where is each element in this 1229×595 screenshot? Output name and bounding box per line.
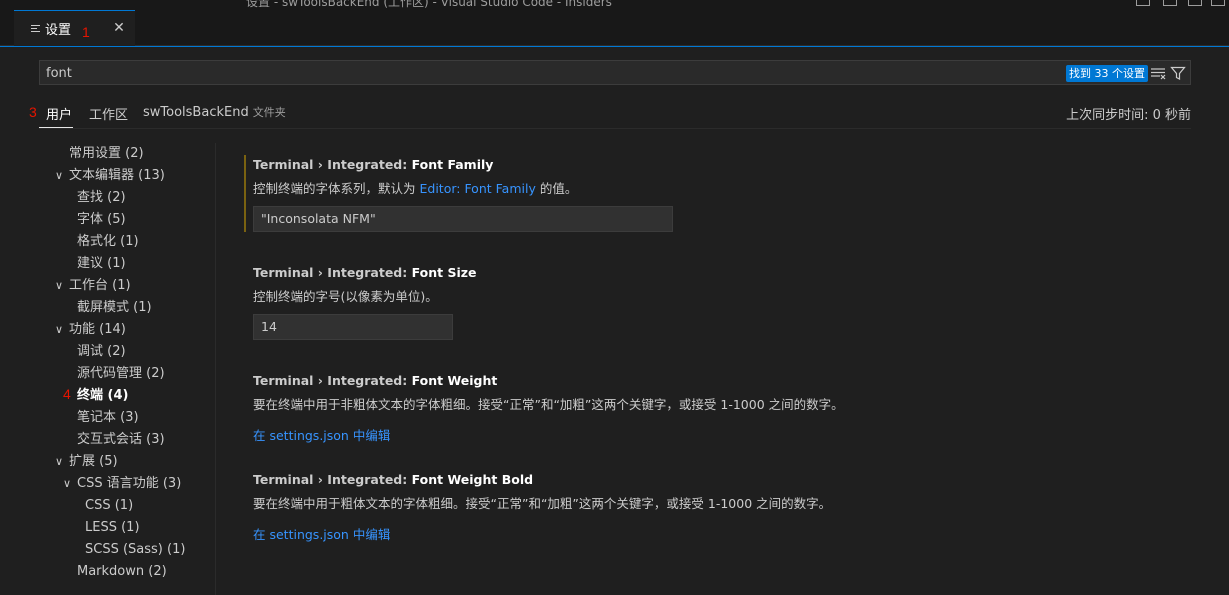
toc-item-screencast-mode[interactable]: 截屏模式 (1) bbox=[77, 297, 152, 319]
tab-user[interactable]: 用户 bbox=[46, 104, 72, 123]
filter-icon[interactable] bbox=[1170, 65, 1186, 81]
toc-item-font[interactable]: 字体 (5) bbox=[77, 209, 126, 231]
editor-font-family-link[interactable]: Editor: Font Family bbox=[419, 181, 535, 196]
title-bar: 设置 - swToolsBackEnd (工作区) - Visual Studi… bbox=[0, 0, 1229, 10]
tab-folder-label: swToolsBackEnd bbox=[143, 105, 249, 120]
toc-item-extensions[interactable]: ∨ 扩展 (5) bbox=[53, 451, 118, 473]
annotation-4: 4 bbox=[63, 386, 71, 402]
panel-icon[interactable] bbox=[1163, 0, 1177, 6]
setting-title: Terminal › Integrated: Font Weight bbox=[253, 373, 498, 388]
setting-description: 控制终端的字体系列，默认为 Editor: Font Family 的值。 bbox=[253, 181, 578, 196]
toc-item-css-language-features[interactable]: ∨ CSS 语言功能 (3) bbox=[61, 473, 181, 495]
tab-settings[interactable]: 设置 ✕ bbox=[14, 10, 135, 46]
chevron-down-icon: ∨ bbox=[54, 169, 64, 182]
setting-font-family: Terminal › Integrated: Font Family 控制终端的… bbox=[253, 157, 1133, 232]
toc-item-interactive-session[interactable]: 交互式会话 (3) bbox=[77, 429, 165, 451]
toc-item-notebook[interactable]: 笔记本 (3) bbox=[77, 407, 139, 429]
tab-label: 设置 bbox=[45, 23, 72, 38]
result-count-badge: 找到 33 个设置 bbox=[1066, 65, 1148, 82]
tab-user-label: 用户 bbox=[46, 108, 73, 123]
setting-title: Terminal › Integrated: Font Family bbox=[253, 157, 494, 172]
tab-workspace[interactable]: 工作区 bbox=[89, 104, 128, 123]
settings-file-icon bbox=[31, 24, 41, 34]
setting-title: Terminal › Integrated: Font Size bbox=[253, 265, 477, 280]
toc-item-find[interactable]: 查找 (2) bbox=[77, 187, 126, 209]
toc-item-markdown[interactable]: Markdown (2) bbox=[77, 561, 167, 583]
annotation-1: 1 bbox=[82, 24, 90, 40]
font-family-input[interactable]: "Inconsolata NFM" bbox=[253, 206, 673, 232]
toc-item-debug[interactable]: 调试 (2) bbox=[77, 341, 126, 363]
setting-title: Terminal › Integrated: Font Weight Bold bbox=[253, 472, 534, 487]
toc-divider bbox=[215, 143, 216, 595]
setting-description: 要在终端中用于非粗体文本的字体粗细。接受“正常”和“加粗”这两个关键字，或接受 … bbox=[253, 397, 844, 412]
toc-item-terminal[interactable]: 终端 (4) bbox=[77, 385, 128, 407]
search-value: font bbox=[46, 66, 72, 81]
customize-layout-icon[interactable] bbox=[1211, 0, 1225, 6]
chevron-down-icon: ∨ bbox=[54, 455, 64, 468]
clear-filter-icon[interactable] bbox=[1150, 65, 1166, 81]
chevron-down-icon: ∨ bbox=[54, 323, 64, 336]
tab-workspace-label: 工作区 bbox=[89, 108, 129, 123]
toc-item-workbench[interactable]: ∨ 工作台 (1) bbox=[53, 275, 131, 297]
toc-item-less[interactable]: LESS (1) bbox=[85, 517, 140, 539]
toc-item-features[interactable]: ∨ 功能 (14) bbox=[53, 319, 126, 341]
tab-folder[interactable]: swToolsBackEnd 文件夹 bbox=[143, 104, 286, 120]
toc-item-css[interactable]: CSS (1) bbox=[85, 495, 133, 517]
toc-item-suggestions[interactable]: 建议 (1) bbox=[77, 253, 126, 275]
edit-in-settings-json-link[interactable]: 在 settings.json 中编辑 bbox=[253, 425, 1133, 444]
setting-font-weight: Terminal › Integrated: Font Weight 要在终端中… bbox=[253, 373, 1133, 444]
setting-description: 要在终端中用于粗体文本的字体粗细。接受“正常”和“加粗”这两个关键字，或接受 1… bbox=[253, 496, 832, 511]
editor-top-border bbox=[0, 46, 1229, 47]
close-icon[interactable]: ✕ bbox=[111, 20, 127, 36]
setting-font-size: Terminal › Integrated: Font Size 控制终端的字号… bbox=[253, 265, 1133, 340]
settings-search-input[interactable]: font 找到 33 个设置 bbox=[39, 60, 1191, 85]
font-size-input[interactable]: 14 bbox=[253, 314, 453, 340]
modified-indicator bbox=[244, 155, 246, 232]
setting-font-weight-bold: Terminal › Integrated: Font Weight Bold … bbox=[253, 472, 1133, 543]
setting-description: 控制终端的字号(以像素为单位)。 bbox=[253, 289, 438, 304]
chevron-down-icon: ∨ bbox=[62, 477, 72, 490]
tab-folder-sub: 文件夹 bbox=[252, 106, 286, 119]
window-title: 设置 - swToolsBackEnd (工作区) - Visual Studi… bbox=[246, 0, 612, 9]
layout-icon[interactable] bbox=[1136, 0, 1150, 6]
toc-item-commonly-used[interactable]: 常用设置 (2) bbox=[69, 143, 144, 165]
toc-item-formatting[interactable]: 格式化 (1) bbox=[77, 231, 139, 253]
edit-in-settings-json-link[interactable]: 在 settings.json 中编辑 bbox=[253, 524, 1133, 543]
chevron-down-icon: ∨ bbox=[54, 279, 64, 292]
sync-status: 上次同步时间: 0 秒前 bbox=[1066, 108, 1191, 123]
annotation-3: 3 bbox=[29, 104, 37, 120]
toc-item-scss[interactable]: SCSS (Sass) (1) bbox=[85, 539, 185, 561]
editor-tab-bar: 设置 ✕ bbox=[0, 10, 1229, 46]
sidebar-icon[interactable] bbox=[1188, 0, 1202, 6]
header-divider bbox=[39, 128, 1191, 129]
toc-item-scm[interactable]: 源代码管理 (2) bbox=[77, 363, 165, 385]
toc-item-text-editor[interactable]: ∨ 文本编辑器 (13) bbox=[53, 165, 165, 187]
